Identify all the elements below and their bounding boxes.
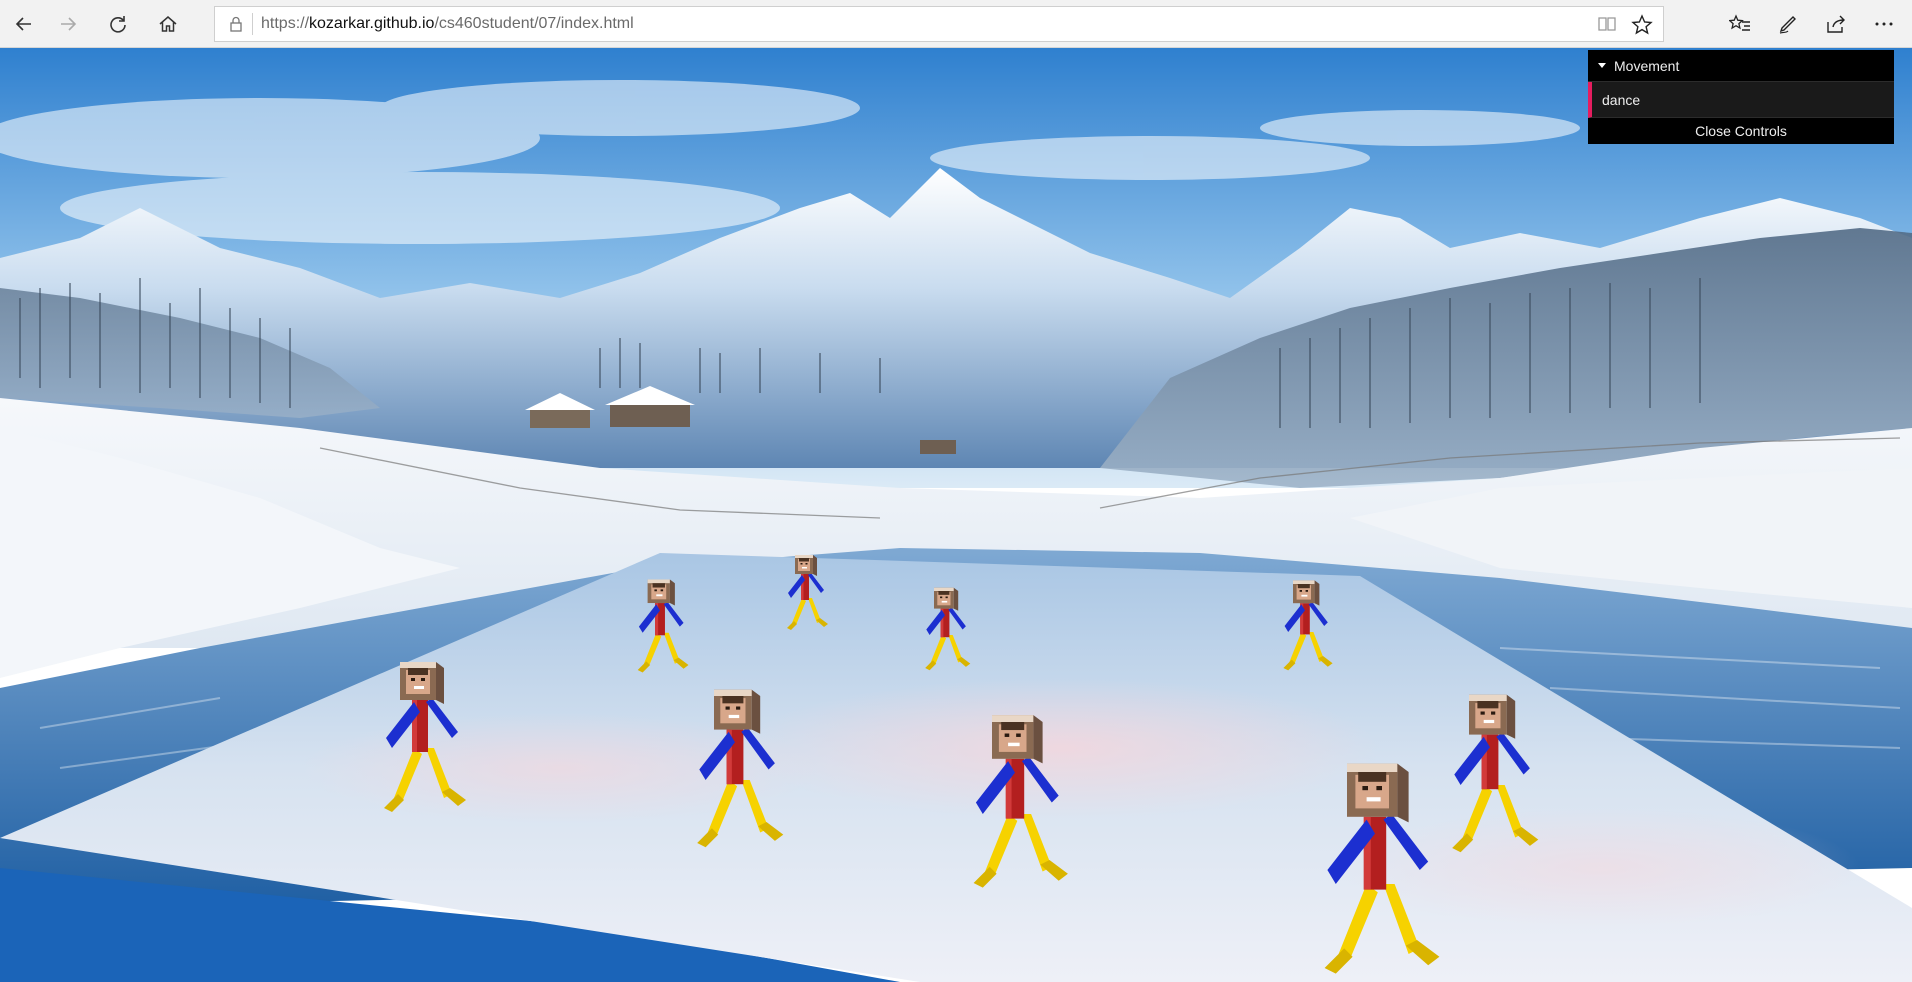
url-text[interactable]: https://kozarkar.github.io/cs460student/… [261,7,634,41]
webgl-canvas[interactable]: Movement dance Close Controls [0,48,1912,982]
lock-icon [230,16,242,32]
share-icon [1827,15,1845,33]
home-button[interactable] [144,0,192,48]
home-icon [159,16,177,32]
url-path: /cs460student/07/index.html [434,15,634,32]
refresh-button[interactable] [94,0,142,48]
close-controls-button[interactable]: Close Controls [1588,118,1894,144]
dance-label: dance [1602,92,1641,108]
favorites-list-icon [1729,14,1750,31]
movement-folder[interactable]: Movement [1588,50,1894,82]
browser-toolbar: https://kozarkar.github.io/cs460student/… [0,0,1912,48]
folder-label: Movement [1614,57,1680,74]
back-icon [15,17,31,31]
scene-render [0,48,1912,982]
refresh-icon [110,16,126,33]
ice-glow-right [1340,808,1860,928]
address-bar[interactable]: https://kozarkar.github.io/cs460student/… [214,6,1664,42]
web-note-button[interactable] [1764,0,1812,48]
url-scheme: https:// [261,15,310,32]
pen-icon [1779,16,1796,34]
forward-button[interactable] [44,0,92,48]
address-divider [252,13,253,35]
dance-button[interactable]: dance [1588,82,1894,118]
more-button[interactable] [1860,0,1908,48]
reading-view-icon[interactable] [1597,15,1617,33]
favorites-list-button[interactable] [1716,0,1764,48]
forward-icon [61,17,77,31]
back-button[interactable] [0,0,48,48]
ice-glow [740,678,1380,818]
controls-panel: Movement dance Close Controls [1588,50,1894,144]
url-host: kozarkar.github.io [309,15,435,32]
folder-triangle-icon [1598,63,1606,68]
share-button[interactable] [1812,0,1860,48]
more-icon [1875,22,1893,26]
favorite-star-icon[interactable] [1631,14,1653,36]
